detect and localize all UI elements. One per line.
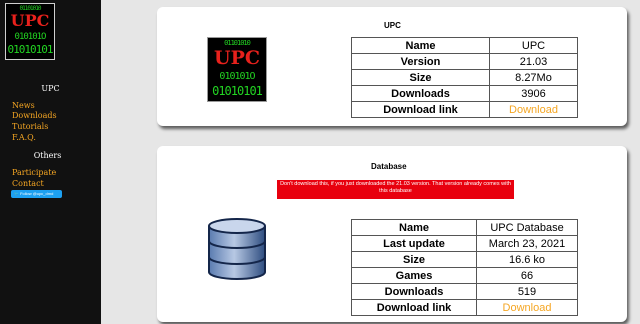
row-value: 21.03 — [489, 53, 578, 70]
twitter-follow-label: Follow @upc_dmd — [20, 191, 54, 196]
table-row: Version 21.03 — [351, 53, 578, 70]
card-logo-binary-bottom: 01010101 — [212, 84, 263, 98]
table-row: Size 8.27Mo — [351, 69, 578, 86]
table-row: Name UPC — [351, 37, 578, 54]
row-key: Name — [351, 219, 477, 236]
table-row: Name UPC Database — [351, 219, 578, 236]
nav-faq[interactable]: F.A.Q. — [12, 133, 36, 143]
database-card: Database Name UPC Database Last update M… — [157, 146, 627, 322]
upc-info-table: Name UPC Version 21.03 Size 8.27Mo Downl… — [351, 37, 578, 118]
nav-tutorials[interactable]: Tutorials — [12, 122, 48, 132]
row-value: 3906 — [489, 85, 578, 102]
row-value: 66 — [476, 267, 578, 284]
row-key: Downloads — [351, 283, 477, 300]
others-title: Others — [33, 151, 62, 160]
table-row: Downloads 3906 — [351, 85, 578, 102]
upc-card: UPC 01101010 UPC 010101O 01010101 Name U… — [157, 7, 627, 126]
sidebar: 01101010 UPC 010101O 01010101 UPC News D… — [0, 0, 101, 324]
row-key: Games — [351, 267, 477, 284]
row-key: Version — [351, 53, 490, 70]
row-value: 8.27Mo — [489, 69, 578, 86]
table-row: Size 16.6 ko — [351, 251, 578, 268]
database-icon — [208, 218, 266, 280]
twitter-follow-button[interactable]: 🐦 Follow @upc_dmd — [11, 190, 62, 198]
table-row: Download link Download — [351, 299, 578, 316]
row-key: Downloads — [351, 85, 490, 102]
twitter-bird-icon: 🐦 — [14, 191, 19, 196]
row-key: Download link — [351, 299, 477, 316]
logo-title: UPC — [10, 11, 50, 30]
database-info-table: Name UPC Database Last update March 23, … — [351, 219, 578, 316]
row-value: 519 — [476, 283, 578, 300]
row-key: Name — [351, 37, 490, 54]
nav-contact[interactable]: Contact — [12, 179, 44, 189]
row-key: Last update — [351, 235, 477, 252]
card-logo-title: UPC — [214, 47, 260, 69]
nav-downloads[interactable]: Downloads — [12, 111, 57, 121]
row-key: Size — [351, 251, 477, 268]
table-row: Last update March 23, 2021 — [351, 235, 578, 252]
upc-card-logo: 01101010 UPC 010101O 01010101 — [207, 37, 267, 102]
database-card-title: Database — [371, 162, 407, 171]
card-logo-binary-top: 01101010 — [224, 39, 251, 47]
card-logo-binary-mid: 010101O — [219, 71, 255, 82]
sidebar-title: UPC — [41, 84, 60, 93]
logo-binary-mid: 010101O — [14, 32, 47, 42]
logo-binary-bottom: 01010101 — [7, 43, 54, 56]
row-value-cell: Download — [489, 101, 578, 118]
table-row: Download link Download — [351, 101, 578, 118]
nav-news[interactable]: News — [12, 101, 35, 111]
row-value: UPC — [489, 37, 578, 54]
row-value-cell: Download — [476, 299, 578, 316]
row-value: March 23, 2021 — [476, 235, 578, 252]
database-warning-banner: Don't download this, if you just downloa… — [277, 180, 514, 199]
table-row: Games 66 — [351, 267, 578, 284]
database-download-link[interactable]: Download — [503, 302, 552, 314]
row-value: 16.6 ko — [476, 251, 578, 268]
row-key: Size — [351, 69, 490, 86]
upc-download-link[interactable]: Download — [509, 104, 558, 116]
upc-logo[interactable]: 01101010 UPC 010101O 01010101 — [5, 3, 55, 60]
table-row: Downloads 519 — [351, 283, 578, 300]
nav-participate[interactable]: Participate — [12, 168, 56, 178]
row-value: UPC Database — [476, 219, 578, 236]
upc-card-title: UPC — [384, 21, 401, 30]
row-key: Download link — [351, 101, 490, 118]
